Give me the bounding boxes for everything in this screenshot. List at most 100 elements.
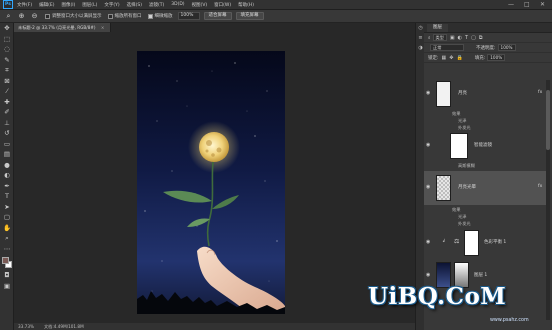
scrollbar-thumb[interactable]	[546, 90, 550, 150]
screen-mode-icon[interactable]: ▣	[0, 281, 14, 292]
type-tool-icon[interactable]: T	[0, 191, 14, 202]
hand-tool-icon[interactable]: ✋	[0, 223, 14, 234]
menu-edit[interactable]: 编辑(E)	[39, 2, 54, 8]
opacity-field[interactable]: 100%	[497, 44, 516, 51]
effect-satin[interactable]: 光泽	[458, 118, 466, 124]
gradient-tool-icon[interactable]: ▤	[0, 149, 14, 160]
zoom-tool-icon[interactable]: ⌕	[4, 12, 13, 21]
document-canvas[interactable]	[137, 51, 285, 314]
checkbox-label: 缩放所有窗口	[114, 14, 142, 19]
close-window-button[interactable]: ✕	[540, 1, 545, 8]
lock-all-icon[interactable]: 🔒	[456, 55, 462, 61]
fx-badge[interactable]: fx	[538, 90, 542, 95]
menu-select[interactable]: 选择(S)	[127, 2, 142, 8]
scrubby-zoom-checkbox[interactable]: 细微缩放	[147, 13, 173, 19]
tools-panel: ✥ ⬚ ◌ ✎ ⌗ ⊠ ⁄ ✚ ✐ ⊥ ↺ ▭ ▤ ● ◐ ✒ T ➤ ▢ ✋ …	[0, 23, 14, 330]
checkbox-box[interactable]	[45, 13, 50, 19]
clone-stamp-icon[interactable]: ⊥	[0, 118, 14, 129]
filter-adjustment-icon[interactable]: ◐	[458, 35, 462, 41]
lock-position-icon[interactable]: ✥	[449, 55, 453, 61]
zoom-out-icon[interactable]: ⊖	[30, 12, 39, 21]
fill-screen-button[interactable]: 填充屏幕	[235, 12, 264, 20]
document-tab[interactable]: 未标题-2 @ 33.7% (月亮光晕, RGB/8#) ×	[14, 23, 112, 32]
menu-3d[interactable]: 3D(D)	[171, 2, 184, 7]
effect-outer-glow[interactable]: 外发光	[458, 221, 471, 227]
history-brush-icon[interactable]: ↺	[0, 128, 14, 139]
canvas-artwork	[137, 51, 285, 314]
effects-label[interactable]: 效果	[452, 111, 460, 117]
checkbox-box[interactable]	[107, 13, 113, 19]
foreground-color-swatch[interactable]	[2, 257, 9, 264]
menu-layer[interactable]: 图层(L)	[82, 2, 97, 8]
tab-layers[interactable]: 图层	[427, 24, 448, 32]
visibility-eye-icon[interactable]: ◉	[426, 142, 430, 148]
visibility-eye-icon[interactable]: ◉	[426, 184, 430, 190]
zoom-tool-icon[interactable]: ⌕	[0, 233, 14, 244]
menu-filter[interactable]: 滤镜(T)	[149, 2, 164, 8]
maximize-button[interactable]: □	[524, 1, 530, 8]
healing-brush-icon[interactable]: ✚	[0, 97, 14, 108]
layer-row-moon[interactable]: ◉ 月亮 fx	[424, 79, 548, 109]
lock-fill-row: 锁定: ▦ ✥ 🔒 填充: 100%	[424, 53, 552, 63]
eraser-tool-icon[interactable]: ▭	[0, 139, 14, 150]
menu-view[interactable]: 视图(V)	[192, 2, 208, 8]
blend-mode-select[interactable]: 正常	[430, 44, 464, 51]
shape-tool-icon[interactable]: ▢	[0, 212, 14, 223]
menu-window[interactable]: 窗口(W)	[214, 2, 231, 8]
zoom-in-icon[interactable]: ⊕	[17, 12, 26, 21]
crop-tool-icon[interactable]: ⌗	[0, 65, 14, 76]
filter-shape-icon[interactable]: ▢	[471, 35, 476, 41]
checkbox-box[interactable]	[147, 13, 153, 19]
more-tools-icon[interactable]: ⋯	[0, 244, 14, 255]
layer-thumbnail	[436, 81, 451, 107]
lasso-tool-icon[interactable]: ◌	[0, 44, 14, 55]
layer-thumbnail	[436, 175, 451, 201]
filter-gaussian-blur[interactable]: 高斯模糊	[458, 163, 475, 169]
fill-label: 填充:	[474, 55, 486, 61]
visibility-eye-icon[interactable]: ◉	[426, 90, 430, 96]
menu-type[interactable]: 文字(Y)	[104, 2, 119, 8]
filter-type-icon[interactable]: T	[465, 35, 468, 41]
lock-pixels-icon[interactable]: ▦	[442, 55, 447, 61]
smart-filters-row[interactable]: ◉ 智能滤镜	[424, 131, 548, 161]
filter-smart-icon[interactable]: ⧉	[479, 35, 483, 41]
checkbox-label: 细微缩放	[154, 14, 173, 19]
minimize-button[interactable]: —	[508, 1, 514, 8]
menu-help[interactable]: 帮助(H)	[238, 2, 254, 8]
blur-tool-icon[interactable]: ●	[0, 160, 14, 171]
pen-tool-icon[interactable]: ✒	[0, 181, 14, 192]
eyedropper-tool-icon[interactable]: ⁄	[0, 86, 14, 97]
close-tab-icon[interactable]: ×	[101, 25, 105, 30]
blend-opacity-row: 正常 不透明度: 100%	[424, 43, 552, 53]
path-select-icon[interactable]: ➤	[0, 202, 14, 213]
visibility-eye-icon[interactable]: ◉	[426, 239, 430, 245]
effects-label[interactable]: 效果	[452, 207, 460, 213]
dodge-tool-icon[interactable]: ◐	[0, 170, 14, 181]
zoom-all-windows-checkbox[interactable]: 缩放所有窗口	[107, 13, 142, 19]
marquee-tool-icon[interactable]: ⬚	[0, 34, 14, 45]
moon	[199, 132, 229, 162]
zoom-percent-field[interactable]: 100%	[177, 12, 200, 20]
fit-screen-button[interactable]: 适合屏幕	[203, 12, 232, 20]
layer-filter-select[interactable]: 类型	[432, 34, 447, 41]
checkbox-label: 调整窗口大小以满屏显示	[52, 14, 102, 19]
frame-tool-icon[interactable]: ⊠	[0, 76, 14, 87]
move-tool-icon[interactable]: ✥	[0, 23, 14, 34]
color-swatches[interactable]	[0, 256, 14, 270]
quick-mask-icon[interactable]: ◘	[0, 270, 14, 281]
visibility-eye-icon[interactable]: ◉	[426, 272, 430, 278]
layer-row-moon-glow[interactable]: ◉ 月亮光晕 fx	[424, 171, 548, 205]
resize-windows-checkbox[interactable]: 调整窗口大小以满屏显示	[45, 13, 102, 19]
layer-name: 色彩平衡 1	[484, 240, 507, 245]
layer-row-color-balance[interactable]: ◉ ↲ ⚖ 色彩平衡 1	[424, 228, 548, 258]
status-bar: 33.73% 文档:4.49M/101.8M	[14, 323, 415, 330]
filter-pixel-icon[interactable]: ▣	[450, 35, 455, 41]
fx-badge[interactable]: fx	[538, 184, 542, 189]
lock-label: 锁定:	[428, 55, 439, 61]
menu-image[interactable]: 图像(I)	[61, 2, 75, 8]
quick-select-tool-icon[interactable]: ✎	[0, 55, 14, 66]
menu-file[interactable]: 文件(F)	[17, 2, 32, 8]
effect-satin[interactable]: 光泽	[458, 214, 466, 220]
fill-field[interactable]: 100%	[487, 54, 506, 61]
brush-tool-icon[interactable]: ✐	[0, 107, 14, 118]
